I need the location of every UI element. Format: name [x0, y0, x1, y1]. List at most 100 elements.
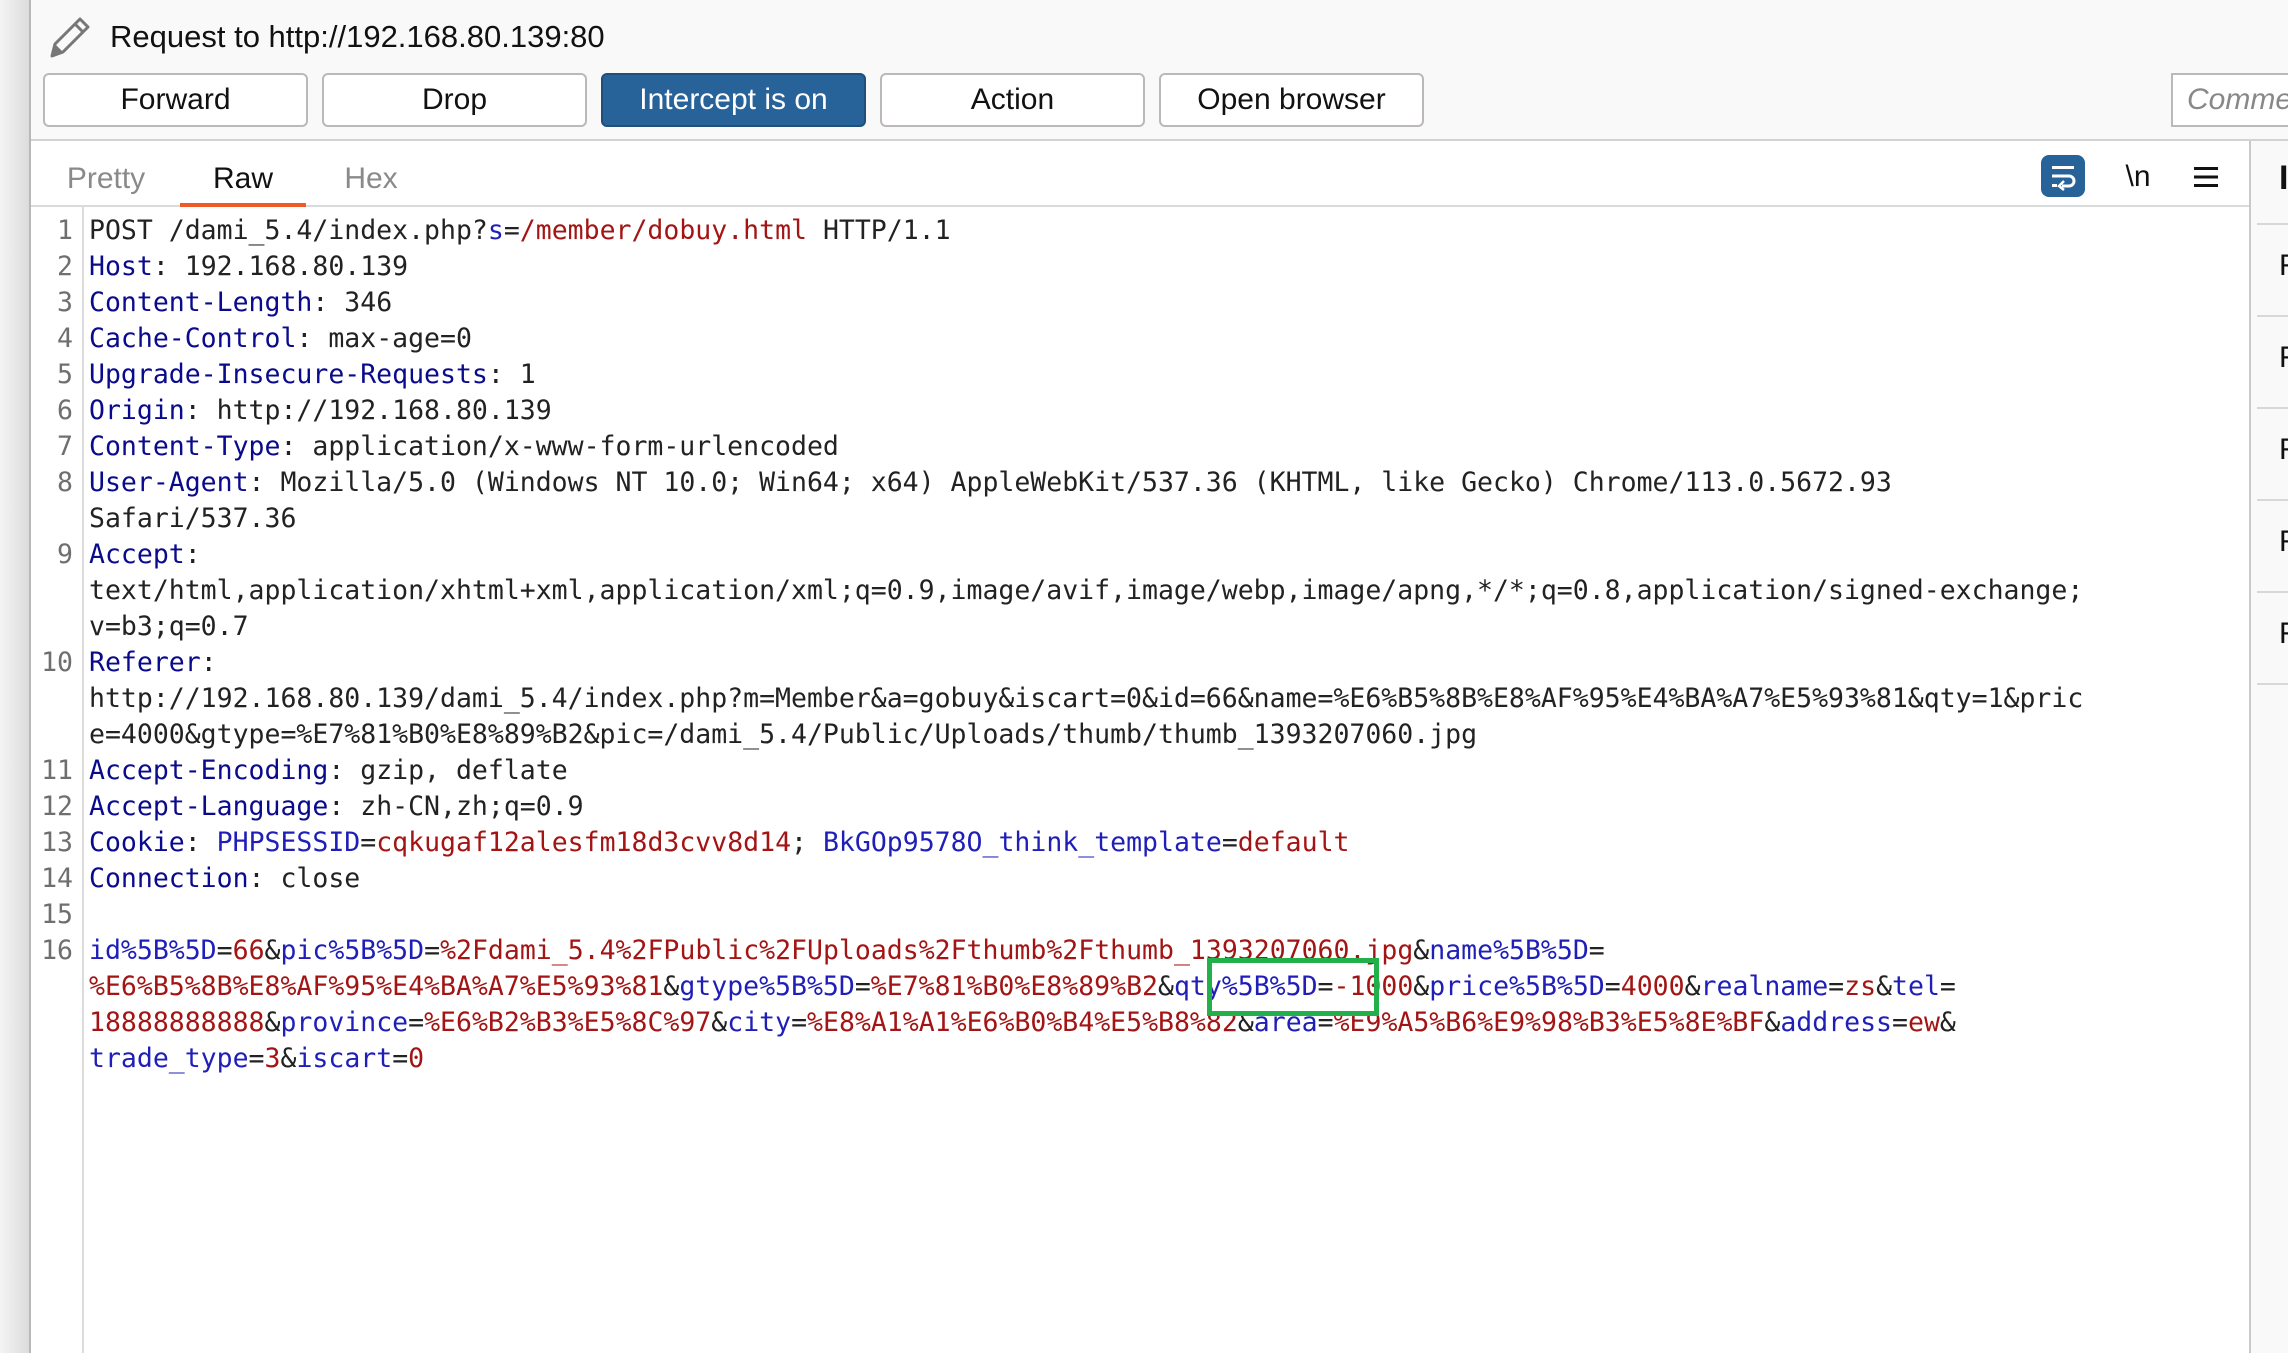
inspector-panel: I R R R R R — [2251, 141, 2288, 1353]
param-name: tel — [1892, 971, 1940, 1002]
plain-text: & — [1413, 971, 1430, 1002]
param-value: /member/dobuy.html — [519, 215, 807, 246]
plain-text: = — [360, 827, 377, 858]
line-text: trade_type=3&iscart=0 — [89, 1041, 424, 1077]
inspector-title: I — [2279, 159, 2288, 197]
param-name: PHPSESSID — [216, 827, 361, 858]
line-number: 13 — [41, 827, 73, 858]
tab-raw[interactable]: Raw — [180, 155, 306, 207]
param-value: -1000 — [1333, 971, 1414, 1002]
line-text: Safari/537.36 — [89, 501, 296, 537]
code-area[interactable]: 1 POST /dami_5.4/index.php?s=/member/dobu… — [31, 207, 2249, 1353]
line-text: Cookie: PHPSESSID=cqkugaf12alesfm18d3cvv… — [89, 825, 1349, 861]
tab-pretty[interactable]: Pretty — [61, 155, 151, 203]
line-text: Content-Length: 346 — [89, 285, 392, 321]
param-name: realname — [1700, 971, 1829, 1002]
plain-text: = — [1221, 827, 1238, 858]
line-text: Accept-Encoding: gzip, deflate — [89, 753, 568, 789]
header-name: Origin — [89, 395, 185, 426]
inspector-row-divider — [2257, 683, 2288, 685]
plain-text: & — [1876, 971, 1893, 1002]
line-text: Upgrade-Insecure-Requests: 1 — [89, 357, 536, 393]
inspector-row[interactable]: R — [2257, 407, 2288, 499]
wrap-lines-icon[interactable] — [2041, 155, 2085, 197]
action-button[interactable]: Action — [880, 73, 1145, 127]
param-name: name%5B%5D — [1429, 935, 1589, 966]
param-name: area — [1253, 1007, 1318, 1038]
plain-text: & — [1413, 935, 1430, 966]
plain-text: : close — [248, 863, 361, 894]
plain-text: = — [424, 935, 441, 966]
line-text: Referer: — [89, 645, 217, 681]
plain-text: & — [280, 1043, 297, 1074]
header-name: Accept — [89, 539, 185, 570]
param-value: 18888888888 — [89, 1007, 265, 1038]
header-name: Accept-Language — [89, 791, 329, 822]
plain-text: & — [663, 971, 680, 1002]
open-browser-button[interactable]: Open browser — [1159, 73, 1424, 127]
plain-text: : application/x-www-form-urlencoded — [280, 431, 839, 462]
inspector-row[interactable]: R — [2257, 591, 2288, 683]
param-name: address — [1780, 1007, 1893, 1038]
header-name: Content-Type — [89, 431, 281, 462]
plain-text: : Mozilla/5.0 (Windows NT 10.0; Win64; x… — [248, 467, 1892, 498]
param-name: province — [280, 1007, 409, 1038]
header-name: Connection — [89, 863, 249, 894]
inspector-row[interactable]: R — [2257, 223, 2288, 315]
forward-button[interactable]: Forward — [43, 73, 308, 127]
tab-hex[interactable]: Hex — [331, 155, 411, 203]
param-value: default — [1237, 827, 1350, 858]
show-newlines-icon[interactable]: \n — [2116, 155, 2160, 199]
pencil-icon — [50, 17, 90, 58]
drop-button[interactable]: Drop — [322, 73, 587, 127]
view-tabs: Pretty Raw Hex \n — [31, 141, 2249, 207]
line-number: 16 — [41, 935, 73, 966]
plain-text: = — [1317, 971, 1334, 1002]
request-target: Request to http://192.168.80.139:80 — [110, 19, 605, 54]
line-text: Host: 192.168.80.139 — [89, 249, 408, 285]
plain-text: : — [184, 539, 201, 570]
plain-text: ; — [791, 827, 823, 858]
header-name: Referer — [89, 647, 201, 678]
line-text: http://192.168.80.139/dami_5.4/index.php… — [89, 681, 2083, 717]
intercept-toggle-button[interactable]: Intercept is on — [601, 73, 866, 127]
line-text: Accept-Language: zh-CN,zh;q=0.9 — [89, 789, 584, 825]
plain-text: & — [1237, 1007, 1254, 1038]
param-value: zs — [1844, 971, 1877, 1002]
param-name: qty%5B%5D — [1173, 971, 1318, 1002]
line-number: 10 — [41, 647, 73, 678]
plain-text: : 192.168.80.139 — [152, 251, 409, 282]
request-header: Request to http://192.168.80.139:80 — [44, 10, 605, 64]
inspector-row[interactable]: R — [2257, 315, 2288, 407]
param-value: %E7%81%B0%E8%89%B2 — [870, 971, 1158, 1002]
plain-text: & — [1939, 1007, 1956, 1038]
line-number: 8 — [57, 467, 73, 498]
plain-text: & — [711, 1007, 728, 1038]
param-value: 0 — [408, 1043, 425, 1074]
line-text: id%5B%5D=66&pic%5B%5D=%2Fdami_5.4%2FPubl… — [89, 933, 1605, 969]
param-value: cqkugaf12alesfm18d3cvv8d14 — [376, 827, 792, 858]
plain-text: = — [1939, 971, 1956, 1002]
line-number: 5 — [57, 359, 73, 390]
line-text: Accept: — [89, 537, 201, 573]
header-name: Content-Length — [89, 287, 313, 318]
plain-text: e=4000&gtype=%E7%81%B0%E8%89%B2&pic=/dam… — [89, 719, 1478, 750]
param-value: 66 — [232, 935, 265, 966]
plain-text: = — [408, 1007, 425, 1038]
plain-text: HTTP/1.1 — [806, 215, 951, 246]
line-text: Connection: close — [89, 861, 360, 897]
line-text: text/html,application/xhtml+xml,applicat… — [89, 573, 2083, 609]
plain-text: : — [200, 647, 217, 678]
left-window-edge — [0, 0, 31, 1353]
inspector-row[interactable]: R — [2257, 499, 2288, 591]
param-name: iscart — [296, 1043, 393, 1074]
param-name: pic%5B%5D — [280, 935, 425, 966]
plain-text: = — [854, 971, 871, 1002]
param-value: 3 — [264, 1043, 281, 1074]
comment-input[interactable]: Comment — [2171, 73, 2288, 127]
plain-text: & — [1157, 971, 1174, 1002]
menu-icon[interactable] — [2184, 155, 2228, 199]
plain-text: & — [1684, 971, 1701, 1002]
param-value: ew — [1907, 1007, 1940, 1038]
header-name: Cache-Control — [89, 323, 297, 354]
